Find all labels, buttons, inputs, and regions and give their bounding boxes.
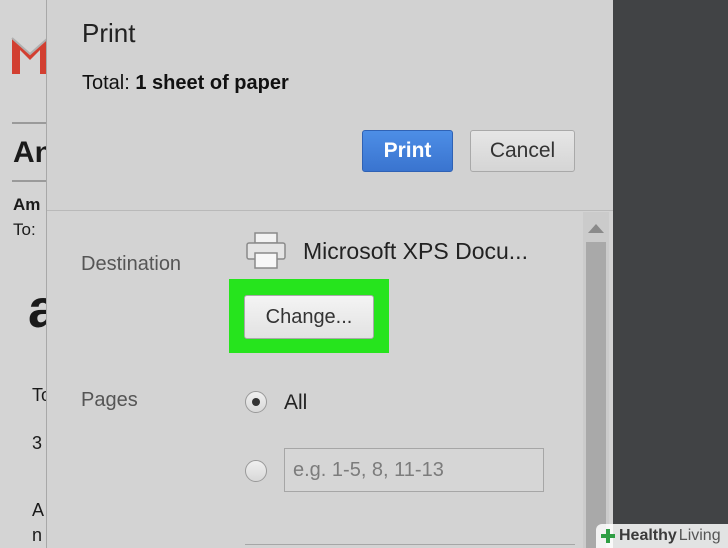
- email-body-line: A: [32, 500, 45, 520]
- email-logo-text: a: [28, 279, 46, 339]
- divider: [12, 180, 46, 182]
- pages-label: Pages: [81, 389, 138, 411]
- divider: [12, 122, 46, 124]
- watermark-brand-light: Living: [678, 527, 721, 544]
- next-option-field[interactable]: [245, 544, 575, 548]
- total-summary: Total: 1 sheet of paper: [82, 72, 289, 95]
- printer-icon: [246, 232, 286, 269]
- total-label: Total:: [82, 72, 130, 94]
- page-range-input[interactable]: [284, 448, 544, 492]
- plus-logo-icon: [601, 529, 615, 543]
- scrollbar[interactable]: [583, 212, 609, 548]
- total-value: 1 sheet of paper: [135, 72, 289, 94]
- change-destination-button[interactable]: Change...: [244, 295, 374, 339]
- email-body-line: 3: [32, 433, 43, 453]
- healthy-living-watermark: Healthy Living: [596, 524, 728, 548]
- pages-all-label[interactable]: All: [284, 391, 307, 415]
- cancel-button[interactable]: Cancel: [470, 130, 575, 172]
- print-dialog: Print Total: 1 sheet of paper Print Canc…: [46, 0, 614, 548]
- pages-custom-radio[interactable]: [245, 460, 267, 482]
- email-sender: Am: [13, 195, 41, 214]
- background-email-page: An Am To: a To 3 A n: [0, 0, 46, 548]
- print-button[interactable]: Print: [362, 130, 453, 172]
- watermark-brand-bold: Healthy: [619, 527, 677, 544]
- pages-all-radio[interactable]: [245, 391, 267, 413]
- scroll-up-arrow-icon[interactable]: [588, 224, 604, 233]
- gmail-logo-icon: [11, 37, 46, 74]
- email-body-line: n: [32, 525, 43, 545]
- email-to-label: To:: [13, 220, 36, 239]
- email-body-line: To: [32, 385, 46, 405]
- dialog-title: Print: [82, 18, 136, 48]
- scrollbar-thumb[interactable]: [586, 242, 606, 548]
- print-preview-area: [613, 0, 728, 548]
- destination-label: Destination: [81, 253, 182, 275]
- destination-printer-name: Microsoft XPS Docu...: [303, 238, 528, 264]
- email-subject: An: [13, 136, 46, 169]
- print-dialog-header: Print Total: 1 sheet of paper Print Canc…: [47, 0, 613, 211]
